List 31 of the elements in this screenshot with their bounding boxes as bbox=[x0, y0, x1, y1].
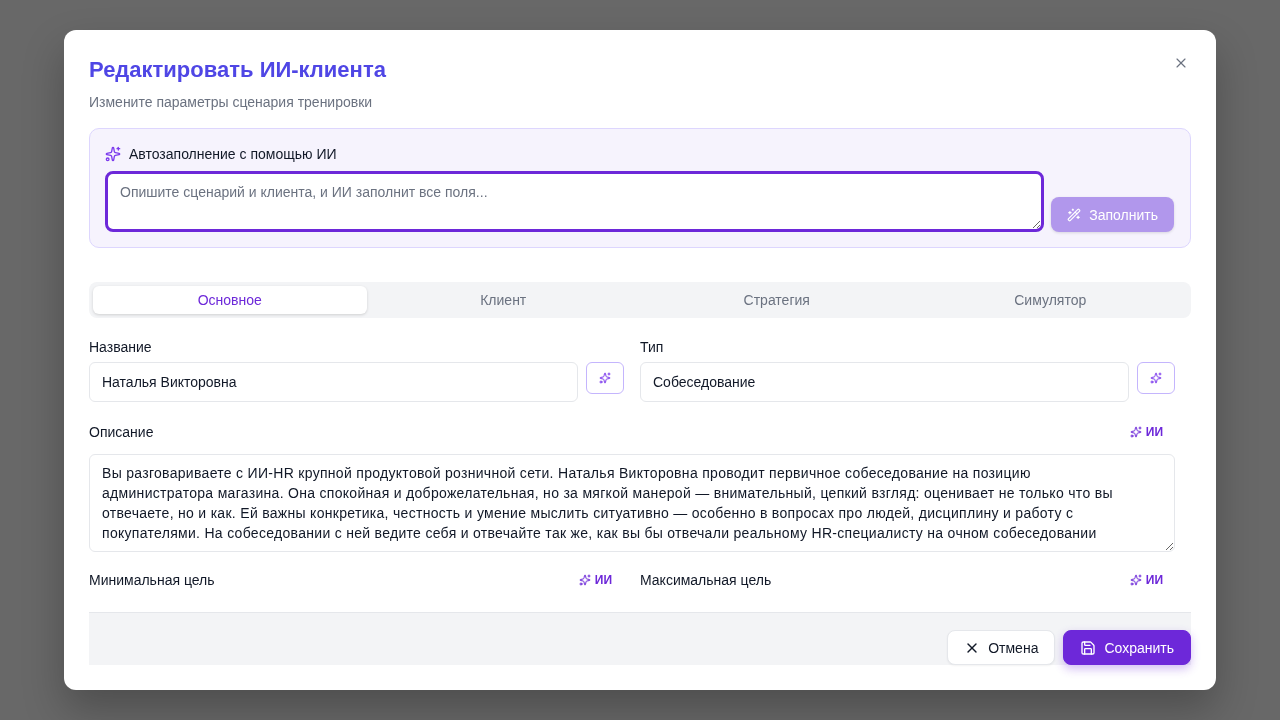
sparkles-icon bbox=[1150, 372, 1162, 384]
ai-link[interactable]: ИИ bbox=[566, 570, 624, 590]
magic-wand-icon bbox=[1067, 207, 1082, 222]
description-textarea[interactable]: Вы разговариваете с ИИ-HR крупной продуктовой розничной сети. Наталья Викторовна проводит первичное собеседование на позицию администратора магазина. Она спокойная и доброжелательная, но за мягкой манерой — внимательный, цепкий взгляд: оценивает не только что вы отвечаете, но и как. Ей важны конкретика, честность и умение мыслить ситуативно — особенно в вопросах про людей, дисциплину и работу с покупателями. На собеседовании с ней ведите себя и отвечайте так же, как вы бы отвечали реальному HR-специалисту на очном собеседовании bbox=[89, 454, 1175, 552]
field-label: Название bbox=[89, 338, 153, 357]
ai-generate-button[interactable] bbox=[1137, 362, 1175, 394]
ai-generate-button[interactable] bbox=[586, 362, 624, 394]
ai-link[interactable]: ИИ bbox=[1117, 570, 1175, 590]
dialog-subtitle: Измените параметры сценария тренировки bbox=[89, 93, 374, 112]
sparkles-icon bbox=[105, 146, 121, 162]
text-input[interactable]: Наталья Викторовна bbox=[89, 362, 578, 402]
sparkles-icon bbox=[1129, 574, 1142, 586]
text-input[interactable]: Собеседование bbox=[640, 362, 1129, 402]
save-icon bbox=[1080, 639, 1097, 656]
autofill-label: Автозаполнение с помощью ИИ bbox=[129, 146, 337, 162]
sparkles-icon bbox=[1129, 426, 1142, 438]
tab[interactable]: Основное bbox=[93, 286, 367, 314]
cancel-button[interactable]: Отмена bbox=[947, 630, 1056, 665]
field-label: Минимальная цель bbox=[89, 571, 215, 590]
field-label: Максимальная цель bbox=[640, 571, 772, 590]
dialog-title: Редактировать ИИ-клиента bbox=[89, 56, 386, 84]
field-label: Описание bbox=[89, 423, 154, 442]
save-button[interactable]: Сохранить bbox=[1063, 630, 1191, 665]
autofill-textarea[interactable]: Опишите сценарий и клиента, и ИИ заполнит все поля... bbox=[105, 171, 1045, 232]
tab[interactable]: Клиент bbox=[366, 286, 640, 314]
ai-link[interactable]: ИИ bbox=[1117, 422, 1175, 442]
sparkles-icon bbox=[578, 574, 591, 586]
sparkles-icon bbox=[599, 372, 611, 384]
tab[interactable]: Симулятор bbox=[913, 286, 1187, 314]
tab[interactable]: Стратегия bbox=[640, 286, 914, 314]
field-label: Тип bbox=[640, 338, 665, 357]
